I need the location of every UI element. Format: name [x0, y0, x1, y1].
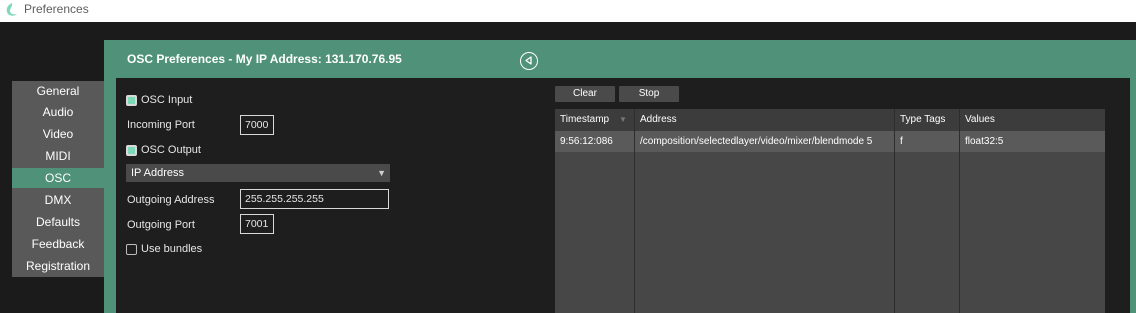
app-logo-icon	[6, 3, 17, 16]
osc-input-checkbox[interactable]	[126, 95, 137, 106]
address-type-value: IP Address	[131, 167, 184, 179]
incoming-port-label: Incoming Port	[127, 119, 195, 131]
use-bundles-label: Use bundles	[141, 243, 203, 255]
preferences-sidebar: General Audio Video MIDI OSC DMX Default…	[12, 81, 104, 277]
collapse-button[interactable]	[520, 52, 538, 70]
column-header-type-tags[interactable]: Type Tags	[895, 109, 959, 131]
cell-address: /composition/selectedlayer/video/mixer/b…	[640, 136, 873, 147]
use-bundles-checkbox[interactable]	[126, 244, 137, 255]
clear-button[interactable]: Clear	[555, 86, 615, 102]
cell-type-tags: f	[900, 136, 903, 147]
panel-title: OSC Preferences - My IP Address: 131.170…	[127, 52, 402, 66]
sidebar-item-feedback[interactable]: Feedback	[12, 234, 104, 254]
outgoing-port-label: Outgoing Port	[127, 219, 195, 231]
incoming-port-input[interactable]: 7000	[240, 115, 274, 135]
title-bar: Preferences	[0, 0, 1136, 22]
sort-descending-icon: ▼	[619, 115, 627, 124]
osc-monitor-table: Timestamp ▼ Address Type Tags Values 9:5…	[555, 109, 1105, 313]
column-header-timestamp-label: Timestamp	[560, 114, 610, 125]
panel-content: OSC Input Incoming Port 7000 OSC Output …	[116, 78, 1130, 313]
osc-output-checkbox[interactable]	[126, 145, 137, 156]
outgoing-address-label: Outgoing Address	[127, 194, 215, 206]
sidebar-item-defaults[interactable]: Defaults	[12, 212, 104, 232]
sidebar-item-dmx[interactable]: DMX	[12, 190, 104, 210]
stop-button[interactable]: Stop	[619, 86, 679, 102]
column-divider	[894, 109, 895, 313]
column-header-values[interactable]: Values	[960, 109, 1105, 131]
sidebar-item-video[interactable]: Video	[12, 124, 104, 144]
sidebar-item-audio[interactable]: Audio	[12, 102, 104, 122]
outgoing-address-input[interactable]: 255.255.255.255	[240, 189, 389, 209]
osc-output-label: OSC Output	[141, 144, 201, 156]
sidebar-item-midi[interactable]: MIDI	[12, 146, 104, 166]
sidebar-item-general[interactable]: General	[12, 81, 104, 101]
cell-values: float32:5	[965, 136, 1004, 147]
outgoing-port-input[interactable]: 7001	[240, 214, 274, 234]
dropdown-arrow-icon: ▼	[377, 168, 386, 178]
column-header-address[interactable]: Address	[635, 109, 894, 131]
column-divider	[959, 109, 960, 313]
sidebar-item-registration[interactable]: Registration	[12, 256, 104, 276]
osc-preferences-panel: OSC Preferences - My IP Address: 131.170…	[104, 40, 1136, 313]
address-type-select[interactable]: IP Address ▼	[126, 164, 390, 182]
triangle-left-icon	[525, 56, 532, 65]
column-divider	[634, 109, 635, 313]
sidebar-item-osc[interactable]: OSC	[12, 168, 104, 188]
osc-input-label: OSC Input	[141, 94, 193, 106]
column-header-timestamp[interactable]: Timestamp ▼	[555, 109, 634, 131]
cell-timestamp: 9:56:12:086	[560, 136, 613, 147]
window-title: Preferences	[24, 2, 89, 16]
